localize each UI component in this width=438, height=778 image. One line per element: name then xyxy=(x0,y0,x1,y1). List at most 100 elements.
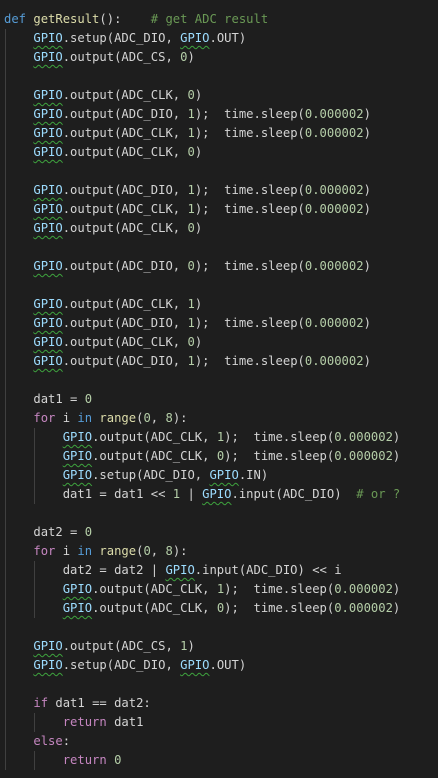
code-line[interactable] xyxy=(0,504,438,523)
code-line[interactable] xyxy=(0,371,438,390)
code-token: ); time.sleep( xyxy=(224,449,335,463)
indent-guide xyxy=(4,105,6,124)
code-line[interactable]: GPIO.output(ADC_DIO, 1); time.sleep(0.00… xyxy=(0,105,438,124)
code-line[interactable]: def getResult(): # get ADC result xyxy=(0,10,438,29)
code-line[interactable]: GPIO.output(ADC_CLK, 1) xyxy=(0,295,438,314)
code-token: return xyxy=(62,715,107,729)
code-token: ); time.sleep( xyxy=(194,202,305,216)
code-line[interactable]: GPIO.output(ADC_CLK, 0) xyxy=(0,86,438,105)
code-token: .OUT) xyxy=(209,658,247,672)
indent-guide xyxy=(4,580,6,599)
indent-guide xyxy=(34,561,36,580)
code-token: 0 xyxy=(114,753,122,767)
code-line[interactable] xyxy=(0,67,438,86)
code-line[interactable]: if dat1 == dat2: xyxy=(0,694,438,713)
code-token: 0 xyxy=(187,221,195,235)
indent-guide xyxy=(4,751,6,770)
code-token-warning: GPIO xyxy=(33,297,63,311)
indent-guide xyxy=(4,485,6,504)
code-line[interactable]: GPIO.output(ADC_CLK, 0) xyxy=(0,143,438,162)
code-token: i xyxy=(55,544,78,558)
code-token-warning: GPIO xyxy=(62,582,93,596)
indent-guide xyxy=(34,580,36,599)
code-line[interactable]: GPIO.output(ADC_CLK, 1); time.sleep(0.00… xyxy=(0,124,438,143)
code-token: 1 xyxy=(187,107,195,121)
code-token-warning: GPIO xyxy=(33,335,63,349)
code-line[interactable]: GPIO.output(ADC_DIO, 0); time.sleep(0.00… xyxy=(0,257,438,276)
code-line[interactable] xyxy=(0,675,438,694)
code-token: dat1 = xyxy=(33,392,85,406)
code-token: ) xyxy=(392,582,401,596)
code-line[interactable]: dat2 = 0 xyxy=(0,523,438,542)
indent-guide xyxy=(4,409,6,428)
code-token: 1 xyxy=(187,297,195,311)
code-token-warning: GPIO xyxy=(180,658,210,672)
code-line[interactable] xyxy=(0,162,438,181)
code-line[interactable]: GPIO.output(ADC_DIO, 1); time.sleep(0.00… xyxy=(0,352,438,371)
code-token: 0.000002 xyxy=(304,316,364,330)
indent-guide xyxy=(34,466,36,485)
code-line[interactable]: dat2 = dat2 | GPIO.input(ADC_DIO) << i xyxy=(0,561,438,580)
code-line[interactable]: dat1 = dat1 << 1 | GPIO.input(ADC_DIO) #… xyxy=(0,485,438,504)
code-token: ) xyxy=(363,202,371,216)
code-line[interactable]: return dat1 xyxy=(0,713,438,732)
code-line[interactable]: GPIO.output(ADC_DIO, 1); time.sleep(0.00… xyxy=(0,181,438,200)
code-line[interactable]: GPIO.output(ADC_CLK, 0) xyxy=(0,219,438,238)
indent-guide xyxy=(4,504,6,523)
code-token: in xyxy=(77,544,93,558)
code-token: 0 xyxy=(187,335,195,349)
code-line[interactable]: GPIO.setup(ADC_DIO, GPIO.IN) xyxy=(0,466,438,485)
code-line[interactable]: GPIO.output(ADC_CLK, 0) xyxy=(0,333,438,352)
code-token: def xyxy=(4,12,27,26)
code-token: ); time.sleep( xyxy=(194,259,305,273)
code-token: ); time.sleep( xyxy=(224,601,335,615)
code-line[interactable]: return 0 xyxy=(0,751,438,770)
code-line[interactable] xyxy=(0,618,438,637)
code-token: ); time.sleep( xyxy=(224,430,335,444)
code-line[interactable] xyxy=(0,238,438,257)
code-line[interactable]: GPIO.output(ADC_CLK, 1); time.sleep(0.00… xyxy=(0,580,438,599)
code-line[interactable]: else: xyxy=(0,732,438,751)
code-line[interactable] xyxy=(0,276,438,295)
indent-guide xyxy=(4,523,6,542)
code-token-warning: GPIO xyxy=(62,430,93,444)
code-token-warning: GPIO xyxy=(33,354,63,368)
code-editor[interactable]: def getResult(): # get ADC result GPIO.s… xyxy=(0,0,438,778)
code-line[interactable]: GPIO.output(ADC_DIO, 1); time.sleep(0.00… xyxy=(0,314,438,333)
code-token: ) xyxy=(392,449,401,463)
code-token: for xyxy=(33,544,56,558)
code-token: 0.000002 xyxy=(304,183,364,197)
code-line[interactable]: dat1 = 0 xyxy=(0,390,438,409)
code-token: in xyxy=(77,411,93,425)
code-line[interactable]: for i in range(0, 8): xyxy=(0,542,438,561)
code-line[interactable]: for i in range(0, 8): xyxy=(0,409,438,428)
code-token: .output(ADC_CLK, xyxy=(92,601,217,615)
indent-guide xyxy=(4,219,6,238)
code-token: .output(ADC_CLK, xyxy=(92,449,217,463)
code-token: ); time.sleep( xyxy=(194,107,305,121)
code-token: .output(ADC_DIO, xyxy=(62,354,188,368)
code-line[interactable]: GPIO.output(ADC_CLK, 0); time.sleep(0.00… xyxy=(0,599,438,618)
code-line[interactable]: GPIO.output(ADC_CS, 1) xyxy=(0,637,438,656)
code-token: .output(ADC_CLK, xyxy=(62,145,188,159)
code-line[interactable]: GPIO.setup(ADC_DIO, GPIO.OUT) xyxy=(0,656,438,675)
code-token-warning: GPIO xyxy=(209,468,239,482)
code-line[interactable]: GPIO.output(ADC_CLK, 0); time.sleep(0.00… xyxy=(0,447,438,466)
code-token: .output(ADC_CLK, xyxy=(92,430,217,444)
code-token-warning: GPIO xyxy=(62,601,93,615)
indent-guide xyxy=(4,238,6,257)
code-line[interactable]: GPIO.setup(ADC_DIO, GPIO.OUT) xyxy=(0,29,438,48)
code-line[interactable]: GPIO.output(ADC_CLK, 1); time.sleep(0.00… xyxy=(0,428,438,447)
code-line[interactable]: GPIO.output(ADC_CLK, 1); time.sleep(0.00… xyxy=(0,200,438,219)
code-line[interactable]: GPIO.output(ADC_CS, 0) xyxy=(0,48,438,67)
